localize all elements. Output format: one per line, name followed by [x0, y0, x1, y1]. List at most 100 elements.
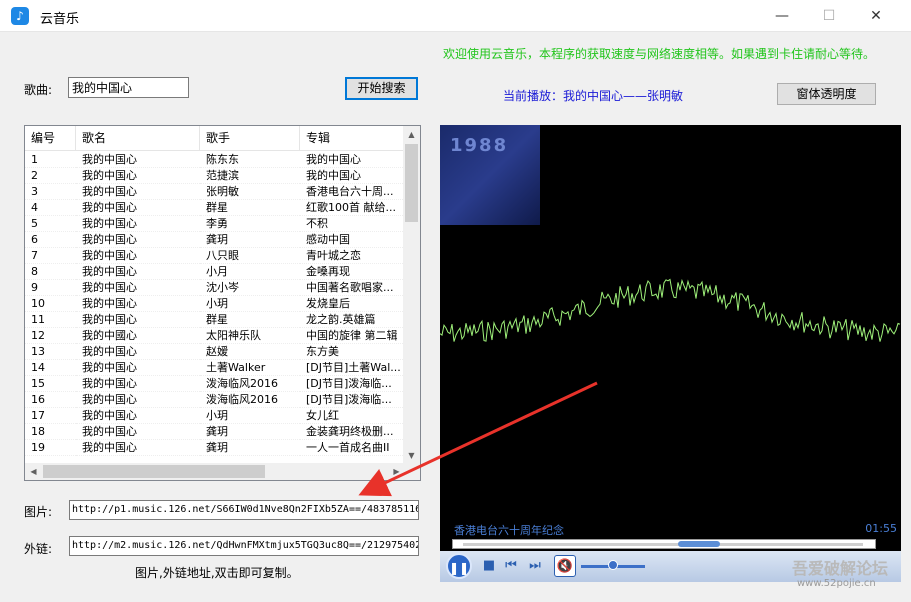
- table-row[interactable]: 19 我的中国心 龚玥 一人一首成名曲II: [25, 440, 405, 456]
- vertical-scrollbar[interactable]: ▲ ▼: [403, 126, 420, 464]
- table-row[interactable]: 12 我的中國心 太阳神乐队 中国的旋律 第二辑: [25, 328, 405, 344]
- cell-album: 金嗓再现: [300, 264, 405, 280]
- table-row[interactable]: 6 我的中国心 龚玥 感动中国: [25, 232, 405, 248]
- cell-number: 6: [25, 232, 76, 248]
- table-row[interactable]: 8 我的中国心 小月 金嗓再现: [25, 264, 405, 280]
- cell-number: 14: [25, 360, 76, 376]
- cell-song: 我的中国心: [76, 376, 200, 392]
- cell-artist: 李勇: [200, 216, 300, 232]
- cell-number: 15: [25, 376, 76, 392]
- column-header-artist[interactable]: 歌手: [200, 126, 300, 151]
- horizontal-scrollbar[interactable]: ◀ ▶: [25, 463, 405, 480]
- watermark-title: 吾爱破解论坛: [792, 559, 889, 578]
- stop-icon[interactable]: ■: [478, 555, 500, 577]
- cell-album: 发烧皇后: [300, 296, 405, 312]
- music-note-icon: ♪: [11, 7, 29, 25]
- list-rows: 1 我的中国心 陈东东 我的中国心 2 我的中国心 范捷滨 我的中国心 3 我的中国心 张明敏 香港电…: [25, 152, 405, 456]
- cell-artist: 泼海临风2016: [200, 376, 300, 392]
- cell-song: 我的中国心: [76, 440, 200, 456]
- cell-artist: 小玥: [200, 296, 300, 312]
- table-row[interactable]: 2 我的中国心 范捷滨 我的中国心: [25, 168, 405, 184]
- picture-label: 图片:: [24, 505, 53, 519]
- cell-number: 1: [25, 152, 76, 168]
- results-list[interactable]: 编号 歌名 歌手 专辑 1 我的中国心 陈东东 我的中国心 2 我的中国心 范捷滨 我的中国心…: [24, 125, 421, 481]
- cell-song: 我的中国心: [76, 280, 200, 296]
- column-header-album[interactable]: 专辑: [300, 126, 405, 151]
- cell-song: 我的中国心: [76, 360, 200, 376]
- table-row[interactable]: 3 我的中国心 张明敏 香港电台六十周...: [25, 184, 405, 200]
- waveform-visualizer: [440, 278, 901, 342]
- seek-thumb[interactable]: [678, 541, 720, 547]
- table-row[interactable]: 1 我的中国心 陈东东 我的中国心: [25, 152, 405, 168]
- cell-song: 我的中国心: [76, 200, 200, 216]
- cell-song: 我的中國心: [76, 328, 200, 344]
- media-player[interactable]: 1988 香港电台六十周年纪念 01:55 ❚❚ ■ ⏮ ⏭ 🔇: [440, 125, 901, 582]
- next-icon[interactable]: ⏭: [524, 555, 546, 577]
- album-cover-text: 1988: [450, 135, 509, 156]
- cell-artist: 龚玥: [200, 424, 300, 440]
- column-header-song[interactable]: 歌名: [76, 126, 200, 151]
- maximize-button[interactable]: ☐: [806, 0, 852, 32]
- table-row[interactable]: 16 我的中国心 泼海临风2016 [DJ节目]泼海临...: [25, 392, 405, 408]
- cell-album: 中国的旋律 第二辑: [300, 328, 405, 344]
- external-link-url-field[interactable]: http://m2.music.126.net/QdHwnFMXtmjux5TG…: [69, 536, 419, 556]
- cell-artist: 陈东东: [200, 152, 300, 168]
- table-row[interactable]: 11 我的中国心 群星 龙之韵.英雄篇: [25, 312, 405, 328]
- cell-artist: 小月: [200, 264, 300, 280]
- vertical-scroll-thumb[interactable]: [405, 144, 418, 222]
- cell-song: 我的中国心: [76, 344, 200, 360]
- cell-song: 我的中国心: [76, 264, 200, 280]
- copy-hint: 图片,外链地址,双击即可复制。: [135, 566, 299, 580]
- scroll-down-icon[interactable]: ▼: [403, 447, 420, 464]
- table-row[interactable]: 13 我的中国心 赵嫒 东方美: [25, 344, 405, 360]
- cell-artist: 小玥: [200, 408, 300, 424]
- scroll-left-icon[interactable]: ◀: [25, 463, 42, 480]
- table-row[interactable]: 17 我的中国心 小玥 女儿红: [25, 408, 405, 424]
- table-row[interactable]: 18 我的中国心 龚玥 金装龚玥终极删...: [25, 424, 405, 440]
- table-row[interactable]: 7 我的中国心 八只眼 青叶城之恋: [25, 248, 405, 264]
- now-playing-label: 当前播放：我的中国心——张明敏: [503, 89, 684, 103]
- table-row[interactable]: 10 我的中国心 小玥 发烧皇后: [25, 296, 405, 312]
- cell-album: 一人一首成名曲II: [300, 440, 405, 456]
- picture-url-field[interactable]: http://p1.music.126.net/S66IW0d1Nve8Qn2F…: [69, 500, 419, 520]
- table-row[interactable]: 9 我的中国心 沈小岑 中国著名歌唱家...: [25, 280, 405, 296]
- previous-icon[interactable]: ⏮: [500, 555, 522, 577]
- table-row[interactable]: 5 我的中国心 李勇 不积: [25, 216, 405, 232]
- cell-artist: 张明敏: [200, 184, 300, 200]
- window-title: 云音乐: [40, 12, 80, 27]
- horizontal-scroll-thumb[interactable]: [43, 465, 265, 478]
- album-cover: 1988: [440, 125, 540, 225]
- cell-album: [DJ节目]泼海临...: [300, 392, 405, 408]
- welcome-message: 欢迎使用云音乐，本程序的获取速度与网络速度相等。如果遇到卡住请耐心等待。: [442, 47, 875, 61]
- mute-icon[interactable]: 🔇: [554, 555, 576, 577]
- start-search-button[interactable]: 开始搜索: [345, 77, 418, 100]
- cell-number: 18: [25, 424, 76, 440]
- cell-song: 我的中国心: [76, 248, 200, 264]
- cell-album: [DJ节目]泼海临...: [300, 376, 405, 392]
- cell-number: 17: [25, 408, 76, 424]
- cell-album: 金装龚玥终极删...: [300, 424, 405, 440]
- cell-artist: 沈小岑: [200, 280, 300, 296]
- seek-track: [463, 543, 863, 546]
- table-row[interactable]: 4 我的中国心 群星 红歌100首 献给...: [25, 200, 405, 216]
- minimize-button[interactable]: —: [759, 0, 805, 32]
- cell-album: 龙之韵.英雄篇: [300, 312, 405, 328]
- track-time: 01:55: [865, 522, 897, 535]
- cell-song: 我的中国心: [76, 408, 200, 424]
- song-search-input[interactable]: [68, 77, 189, 98]
- cell-number: 7: [25, 248, 76, 264]
- scroll-up-icon[interactable]: ▲: [403, 126, 420, 143]
- cell-artist: 太阳神乐队: [200, 328, 300, 344]
- pause-icon[interactable]: ❚❚: [446, 553, 472, 579]
- cell-number: 9: [25, 280, 76, 296]
- column-header-number[interactable]: 编号: [25, 126, 76, 151]
- close-button[interactable]: ✕: [853, 0, 899, 32]
- table-row[interactable]: 15 我的中国心 泼海临风2016 [DJ节目]泼海临...: [25, 376, 405, 392]
- cell-song: 我的中国心: [76, 296, 200, 312]
- window-opacity-button[interactable]: 窗体透明度: [777, 83, 876, 105]
- cell-number: 2: [25, 168, 76, 184]
- cell-number: 3: [25, 184, 76, 200]
- table-row[interactable]: 14 我的中国心 土著Walker [DJ节目]土著Wal...: [25, 360, 405, 376]
- volume-thumb[interactable]: [608, 560, 618, 570]
- seek-bar[interactable]: [452, 539, 876, 549]
